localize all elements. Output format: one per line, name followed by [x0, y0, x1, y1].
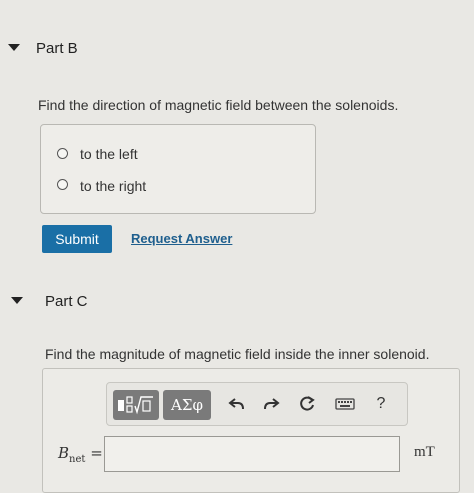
submit-button[interactable]: Submit	[42, 225, 112, 253]
part-c-question: Find the magnitude of magnetic field ins…	[45, 346, 430, 362]
variable-symbol: B	[58, 444, 70, 462]
reset-icon[interactable]	[295, 392, 319, 416]
greek-symbols-button[interactable]: ΑΣφ	[163, 390, 211, 420]
math-toolbar: ΑΣφ ?	[106, 382, 408, 426]
part-b-title[interactable]: Part B	[36, 40, 78, 57]
choice-left-radio[interactable]	[57, 148, 68, 159]
templates-icon	[118, 396, 153, 415]
choice-right-radio[interactable]	[57, 179, 68, 190]
request-answer-link[interactable]: Request Answer	[131, 231, 232, 246]
part-b-question: Find the direction of magnetic field bet…	[38, 97, 399, 113]
answer-input[interactable]	[104, 436, 400, 472]
unit-label: mT	[414, 444, 435, 460]
choice-right-label[interactable]: to the right	[80, 178, 146, 194]
part-b-collapse-caret-icon[interactable]	[8, 44, 20, 51]
redo-icon[interactable]	[259, 392, 283, 416]
templates-button[interactable]	[113, 390, 159, 420]
equals-sign: =	[90, 444, 103, 462]
variable-subscript: net	[69, 454, 86, 465]
choice-left-label[interactable]: to the left	[80, 146, 138, 162]
part-c-title[interactable]: Part C	[45, 293, 88, 310]
keyboard-icon[interactable]	[333, 392, 357, 416]
undo-icon[interactable]	[225, 392, 249, 416]
help-icon[interactable]: ?	[369, 392, 393, 416]
part-b-choices: to the left to the right	[40, 124, 316, 214]
b-net-variable-label: Bnet =	[58, 444, 103, 465]
part-c-collapse-caret-icon[interactable]	[11, 297, 23, 304]
